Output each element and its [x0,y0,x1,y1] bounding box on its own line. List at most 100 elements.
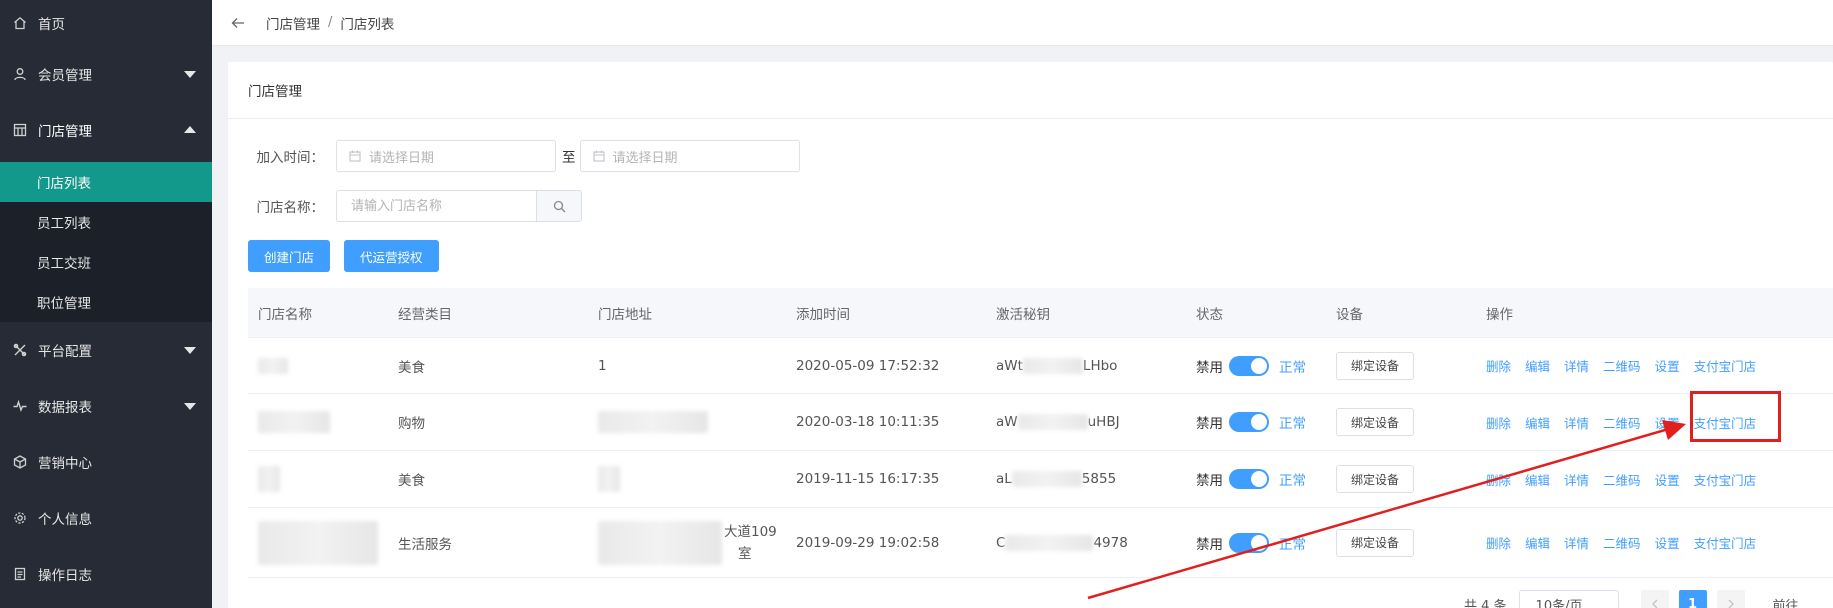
redacted-text [1011,471,1082,487]
key-suffix: 4978 [1093,534,1128,551]
delete-link[interactable]: 删除 [1486,356,1511,375]
edit-link[interactable]: 编辑 [1525,413,1550,432]
next-page-button[interactable] [1716,590,1745,608]
sidebar-item-position[interactable]: 职位管理 [0,282,212,322]
sidebar-item-staff-list[interactable]: 员工列表 [0,202,212,242]
col-store-name: 门店名称 [258,306,312,323]
delegate-auth-button[interactable]: 代运营授权 [344,240,439,272]
key-suffix: LHbo [1082,357,1118,374]
store-icon [12,122,28,138]
edit-link[interactable]: 编辑 [1525,356,1550,375]
device-cell: 绑定设备 [1326,351,1476,380]
prev-page-button[interactable] [1640,590,1669,608]
settings-link[interactable]: 设置 [1655,533,1680,552]
chevron-down-icon [184,71,196,78]
gear-icon [12,510,28,526]
nav-platform-config[interactable]: 平台配置 [0,322,212,378]
redacted-text [1022,357,1083,374]
store-name-input[interactable] [336,190,536,222]
redacted-text [598,466,620,492]
qrcode-link[interactable]: 二维码 [1603,470,1641,489]
status-off-label: 禁用 [1196,473,1223,489]
address-cell [588,411,786,433]
col-category: 经营类目 [398,306,452,323]
status-off-label: 禁用 [1196,359,1223,376]
key-prefix: aL [996,471,1012,487]
bind-device-button[interactable]: 绑定设备 [1336,528,1415,557]
settings-link[interactable]: 设置 [1655,413,1680,432]
alipay-store-link[interactable]: 支付宝门店 [1694,356,1757,375]
operations-cell: 删除 编辑 详情 二维码 设置 支付宝门店 [1476,356,1833,375]
bind-device-button[interactable]: 绑定设备 [1336,465,1415,493]
detail-link[interactable]: 详情 [1564,413,1589,432]
ops-group: 删除 编辑 详情 二维码 设置 支付宝门店 [1486,470,1756,489]
nav-home[interactable]: 首页 [0,0,212,46]
detail-link[interactable]: 详情 [1564,470,1589,489]
status-switch-group: 禁用 正常 [1196,355,1306,376]
nav-member[interactable]: 会员管理 [0,46,212,102]
breadcrumb-parent[interactable]: 门店管理 [266,13,320,33]
edit-link[interactable]: 编辑 [1525,533,1550,552]
edit-link[interactable]: 编辑 [1525,470,1550,489]
goto-label: 前往 [1772,598,1799,608]
address-text-group: 大道109 室 [724,521,777,565]
store-card: 门店管理 加入时间： 请选择日期 至 请选择日期 门店名称： 创建门店 代运营授… [228,62,1833,608]
home-icon [12,15,28,31]
nav-store[interactable]: 门店管理 [0,102,212,158]
settings-link[interactable]: 设置 [1655,356,1680,375]
ops-group: 删除 编辑 详情 二维码 设置 支付宝门店 [1486,533,1756,552]
date-start-input[interactable]: 请选择日期 [336,140,556,172]
chevron-down-icon [184,403,196,410]
nav-marketing[interactable]: 营销中心 [0,434,212,490]
col-added-time: 添加时间 [796,306,850,323]
bind-device-button[interactable]: 绑定设备 [1336,351,1415,380]
sidebar-item-staff-shift[interactable]: 员工交班 [0,242,212,282]
page-size-value: 10条/页 [1535,598,1583,608]
detail-link[interactable]: 详情 [1564,533,1589,552]
user-icon [12,66,28,82]
date-end-input[interactable]: 请选择日期 [579,140,800,172]
key-suffix: 5855 [1081,471,1117,487]
alipay-store-link[interactable]: 支付宝门店 [1694,470,1757,489]
qrcode-link[interactable]: 二维码 [1603,413,1641,432]
store-name-cell [248,411,388,433]
table-row: 购物 2020-03-18 10:11:35 aW uHBJ 禁用 正常 绑定设备 … [248,394,1833,451]
page-size-select[interactable]: 10条/页 [1518,590,1619,608]
qrcode-link[interactable]: 二维码 [1603,533,1641,552]
detail-link[interactable]: 详情 [1564,356,1589,375]
create-store-button[interactable]: 创建门店 [248,240,331,272]
chevron-down-icon [184,347,196,354]
sidebar-item-store-list[interactable]: 门店列表 [0,162,212,202]
nav-label: 个人信息 [38,512,92,528]
nav-profile[interactable]: 个人信息 [0,490,212,546]
search-button[interactable] [536,190,582,222]
alipay-store-link[interactable]: 支付宝门店 [1694,533,1757,552]
operations-cell: 删除 编辑 详情 二维码 设置 支付宝门店 [1476,470,1833,489]
qrcode-link[interactable]: 二维码 [1603,356,1641,375]
status-toggle[interactable] [1229,469,1269,489]
settings-link[interactable]: 设置 [1655,470,1680,489]
status-toggle[interactable] [1229,412,1269,432]
nav-label: 会员管理 [38,68,92,84]
address-line-2: 室 [738,545,752,562]
address-cell: 大道109 室 [588,520,786,565]
page-number-current[interactable]: 1 [1678,590,1707,608]
address-line-1: 大道109 [724,523,777,540]
status-toggle[interactable] [1229,355,1269,376]
delete-link[interactable]: 删除 [1486,533,1511,552]
alipay-store-link[interactable]: 支付宝门店 [1694,413,1757,432]
delete-link[interactable]: 删除 [1486,413,1511,432]
back-arrow-icon[interactable] [228,13,248,33]
col-address: 门店地址 [598,306,652,323]
redacted-text [258,411,330,433]
delete-link[interactable]: 删除 [1486,470,1511,489]
status-toggle[interactable] [1229,532,1269,553]
status-cell: 禁用 正常 [1186,412,1326,432]
nav-data-report[interactable]: 数据报表 [0,378,212,434]
nav-label: 门店管理 [38,124,92,140]
nav-label: 操作日志 [38,568,92,584]
nav-operation-log[interactable]: 操作日志 [0,546,212,602]
pulse-icon [12,398,28,414]
date-start-placeholder: 请选择日期 [369,150,435,166]
bind-device-button[interactable]: 绑定设备 [1336,408,1415,436]
